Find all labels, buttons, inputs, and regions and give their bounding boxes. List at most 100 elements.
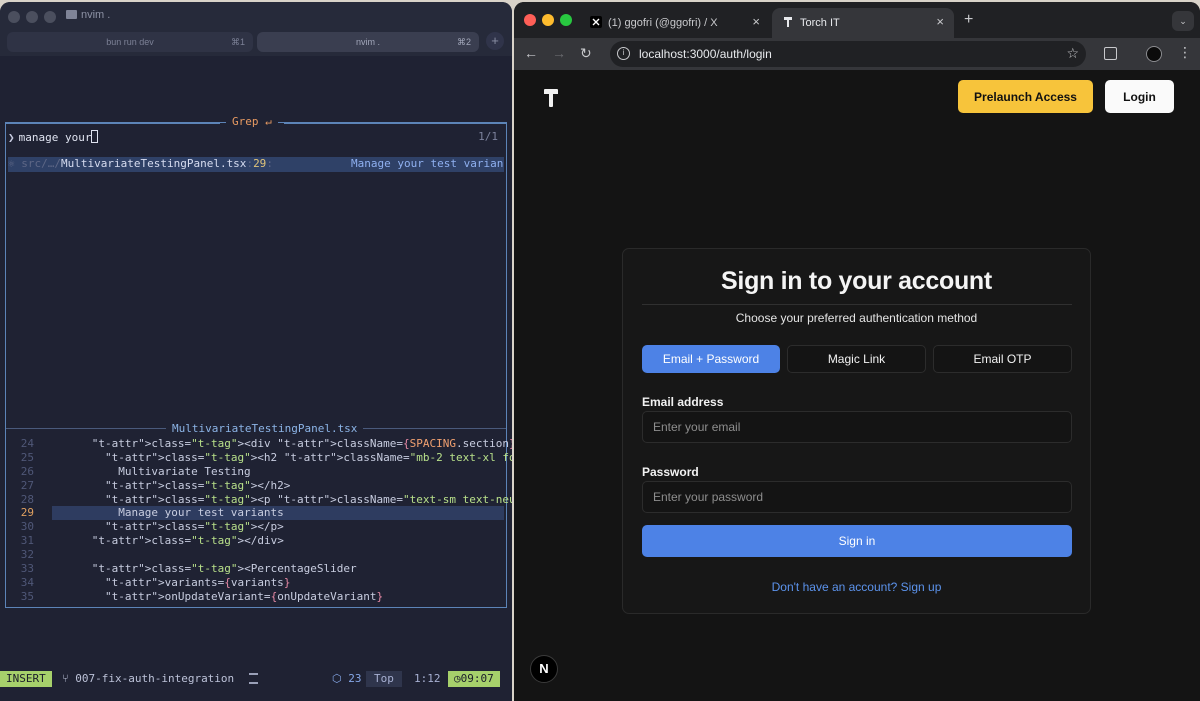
clock: ◷09:07 <box>448 671 500 687</box>
grep-result-row[interactable]: ⚛ src/…/MultivariateTestingPanel.tsx:29:… <box>8 157 504 172</box>
code-line: 24 "t-attr">class="t-tag"><div "t-attr">… <box>6 437 512 451</box>
site-info-icon[interactable]: i <box>617 47 630 60</box>
text-cursor <box>91 130 99 143</box>
code-text: Multivariate Testing <box>52 464 251 478</box>
sign-in-button[interactable]: Sign in <box>642 525 1072 557</box>
grep-search-input[interactable]: ❯ manage your <box>8 130 99 144</box>
cursor-position: 1:12 <box>414 672 441 685</box>
email-label: Email address <box>642 395 724 409</box>
line-number: 24 <box>20 437 34 450</box>
new-terminal-tab-button[interactable]: + <box>486 32 504 50</box>
profile-avatar[interactable] <box>1146 46 1162 62</box>
browser-tab-torch[interactable]: Torch IT × <box>772 8 954 38</box>
prompt-chevron-icon: ❯ <box>8 131 15 144</box>
address-bar[interactable]: i localhost:3000/auth/login ☆ <box>610 41 1086 67</box>
window-close-button[interactable] <box>524 14 536 26</box>
line-number: 30 <box>20 520 34 534</box>
scroll-position: Top <box>366 671 402 687</box>
diagnostics: ⬡ 23 <box>332 671 361 687</box>
method-magic-link-button[interactable]: Magic Link <box>787 345 926 373</box>
bookmark-star-icon[interactable]: ☆ <box>1066 45 1079 62</box>
terminal-tab-2[interactable]: nvim . ⌘2 <box>257 32 479 52</box>
clock-icon: ◷ <box>454 672 461 685</box>
vim-mode: INSERT <box>0 671 52 687</box>
terminal-tab-shortcut: ⌘2 <box>456 37 471 47</box>
close-tab-icon[interactable]: × <box>752 14 760 29</box>
window-minimize-button[interactable] <box>542 14 554 26</box>
result-line: 29 <box>253 157 267 170</box>
code-line: 26 Multivariate Testing <box>6 465 506 479</box>
browser-tab-x[interactable]: (1) ggofri (@ggofri) / X × <box>580 8 770 38</box>
login-button[interactable]: Login <box>1105 80 1174 113</box>
statusline: INSERT ⑂ 007-fix-auth-integration ⬡ 23 T… <box>0 669 512 689</box>
folder-icon <box>66 10 77 19</box>
code-text: "t-attr">variants={variants} <box>104 575 291 589</box>
terminal-tab-bar: bun run dev ⌘1 nvim . ⌘2 <box>0 30 512 56</box>
new-tab-button[interactable]: + <box>964 11 973 29</box>
line-number: 26 <box>20 464 34 478</box>
react-file-icon: ⚛ <box>8 157 22 170</box>
result-file: MultivariateTestingPanel.tsx <box>61 157 247 170</box>
page-title: Sign in to your account <box>721 267 992 295</box>
code-line: 34 "t-attr">variants={variants} <box>6 576 506 590</box>
window-minimize-button[interactable] <box>26 11 38 23</box>
sign-up-link[interactable]: Don't have an account? Sign up <box>623 580 1090 594</box>
torch-logo[interactable] <box>543 88 559 108</box>
window-close-button[interactable] <box>8 11 20 23</box>
password-field[interactable] <box>642 481 1072 513</box>
code-line: 32 <box>6 548 506 562</box>
code-line: 25 "t-attr">class="t-tag"><h2 "t-attr">c… <box>6 451 512 465</box>
tab-search-button[interactable]: ⌄ <box>1172 11 1194 31</box>
line-number: 34 <box>20 575 34 589</box>
terminal-tab-1[interactable]: bun run dev ⌘1 <box>7 32 253 52</box>
prelaunch-access-button[interactable]: Prelaunch Access <box>958 80 1093 113</box>
browser-menu-icon[interactable]: ⋮ <box>1178 44 1192 61</box>
code-preview: 24 "t-attr">class="t-tag"><div "t-attr">… <box>6 437 512 604</box>
code-line: 35 "t-attr">onUpdateVariant={onUpdateVar… <box>6 590 506 604</box>
nextjs-dev-indicator[interactable]: N <box>530 655 558 683</box>
email-field[interactable] <box>642 411 1072 443</box>
grep-title-text: Grep <box>232 115 259 128</box>
line-number: 32 <box>20 548 34 562</box>
browser-window: (1) ggofri (@ggofri) / X × Torch IT × + … <box>514 2 1200 701</box>
method-email-password-button[interactable]: Email + Password <box>642 345 780 373</box>
browser-tab-title: (1) ggofri (@ggofri) / X <box>608 17 718 29</box>
terminal-window: nvim . bun run dev ⌘1 nvim . ⌘2 + Grep ↵… <box>0 2 512 701</box>
code-text: "t-attr">class="t-tag"><div "t-attr">cla… <box>91 437 512 450</box>
browser-tab-title: Torch IT <box>800 17 840 29</box>
code-line: 28 "t-attr">class="t-tag"><p "t-attr">cl… <box>6 492 512 507</box>
window-zoom-button[interactable] <box>44 11 56 23</box>
torch-logo-icon <box>784 17 792 27</box>
forward-button[interactable]: → <box>552 45 566 61</box>
terminal-tab-shortcut: ⌘1 <box>230 37 245 47</box>
address-bar-url: localhost:3000/auth/login <box>639 47 772 61</box>
reload-button[interactable]: ↻ <box>580 45 592 62</box>
result-dir: src/…/ <box>21 157 61 170</box>
line-number: 28 <box>20 492 34 506</box>
grep-title: Grep ↵ <box>226 115 278 128</box>
terminal-tab-label: bun run dev <box>106 37 154 47</box>
close-tab-icon[interactable]: × <box>936 14 944 29</box>
window-zoom-button[interactable] <box>560 14 572 26</box>
password-label: Password <box>642 465 699 479</box>
extensions-icon[interactable] <box>1104 47 1117 60</box>
page-content: Prelaunch Access Login Sign in to your a… <box>514 70 1200 701</box>
line-number: 33 <box>20 562 34 576</box>
terminal-tab-label: nvim . <box>355 37 380 47</box>
grep-query: manage your <box>18 131 92 144</box>
back-button[interactable]: ← <box>524 45 538 61</box>
line-number: 31 <box>20 534 34 548</box>
code-text: "t-attr">class="t-tag"><PercentageSlider <box>91 562 357 576</box>
grep-title-icon: ↵ <box>265 115 272 128</box>
title-divider <box>642 304 1072 305</box>
code-text: "t-attr">onUpdateVariant={onUpdateVarian… <box>104 589 384 603</box>
terminal-titlebar: nvim . <box>0 2 512 30</box>
browser-toolbar: ← → ↻ i localhost:3000/auth/login ☆ ⋮ <box>514 38 1200 70</box>
line-number: 29 <box>20 506 34 520</box>
method-email-otp-button[interactable]: Email OTP <box>933 345 1072 373</box>
code-line: 29 Manage your test variants <box>6 506 506 521</box>
line-number: 27 <box>20 478 34 492</box>
code-text: "t-attr">class="t-tag"></h2> <box>104 478 291 492</box>
page-subtitle: Choose your preferred authentication met… <box>735 311 978 325</box>
code-line: 33 "t-attr">class="t-tag"><PercentageSli… <box>6 562 506 576</box>
